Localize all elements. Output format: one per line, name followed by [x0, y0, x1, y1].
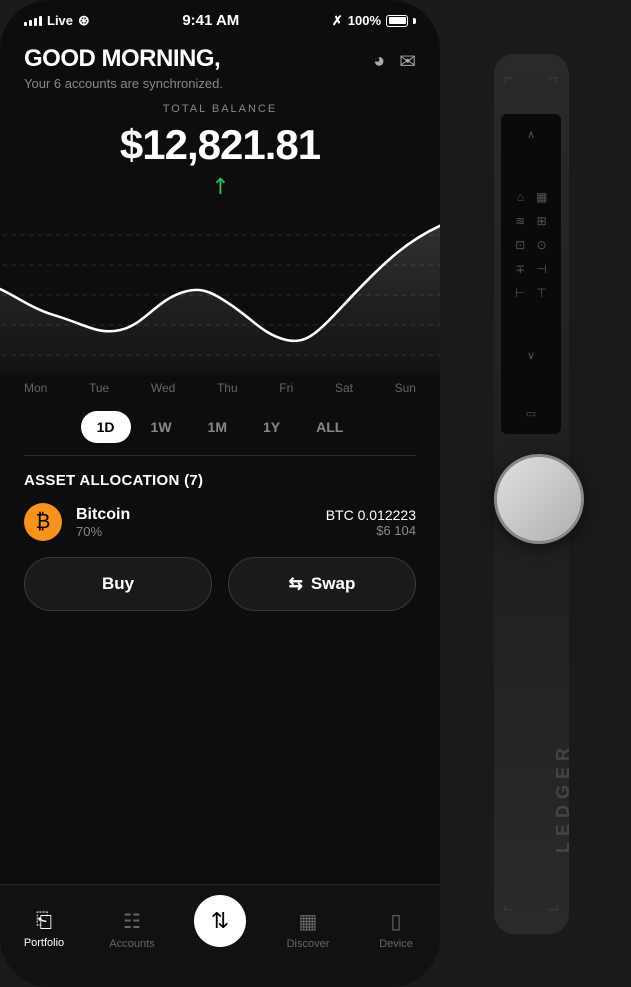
- greeting-block: GOOD MORNING, Your 6 accounts are synchr…: [24, 45, 223, 91]
- header-icons: ◕ ✉: [373, 49, 416, 74]
- action-buttons: Buy ⇆ Swap: [24, 557, 416, 611]
- device-up-arrow: ∧: [527, 128, 535, 141]
- period-1m[interactable]: 1M: [192, 411, 243, 443]
- nav-accounts-label: Accounts: [109, 938, 154, 950]
- asset-name: Bitcoin: [76, 506, 312, 524]
- device-icon: ▯: [390, 909, 401, 934]
- asset-crypto-amount: BTC 0.012223: [326, 507, 416, 523]
- wifi-icon: ⊛: [78, 12, 90, 29]
- greeting-title: GOOD MORNING,: [24, 45, 223, 73]
- balance-section: TOTAL BALANCE $12,821.81 ↗: [24, 103, 416, 199]
- balance-trend: ↗: [24, 173, 416, 199]
- period-1w[interactable]: 1W: [135, 411, 188, 443]
- time-display: 9:41 AM: [182, 12, 239, 29]
- asset-fiat-amount: $6 104: [326, 523, 416, 538]
- device-icon-4: ⊞: [536, 214, 547, 228]
- below-chart-content: Mon Tue Wed Thu Fri Sat Sun 1D 1W 1M 1Y …: [0, 375, 440, 611]
- device-icon-3: ≋: [515, 214, 526, 228]
- period-1y[interactable]: 1Y: [247, 411, 296, 443]
- phone-container: Live ⊛ 9:41 AM ✗ 100% GOOD MORNING, Your…: [0, 0, 440, 987]
- discover-icon: ▦: [299, 909, 318, 934]
- chart-svg: [0, 205, 440, 375]
- allocation-title: ASSET ALLOCATION (7): [24, 472, 416, 489]
- balance-amount: $12,821.81: [24, 121, 416, 169]
- time-axis: Mon Tue Wed Thu Fri Sat Sun: [24, 375, 416, 405]
- day-mon: Mon: [24, 381, 47, 395]
- device-icon-7: ∓: [515, 262, 526, 276]
- bracket-bl: ⌐: [504, 899, 515, 920]
- day-sun: Sun: [395, 381, 416, 395]
- accounts-icon: ☷: [123, 909, 141, 934]
- swap-label: Swap: [311, 574, 355, 594]
- bottom-navigation: ⎗ Portfolio ☷ Accounts ⇅ ▦ Discover ▯ De…: [0, 884, 440, 987]
- period-selector: 1D 1W 1M 1Y ALL: [24, 411, 416, 443]
- nav-center-item: ⇅: [176, 895, 264, 963]
- trend-up-arrow: ↗: [204, 170, 235, 201]
- device-icon-5: ⊡: [515, 238, 526, 252]
- device-icon-2: ▦: [536, 190, 547, 204]
- asset-bitcoin[interactable]: ₿ Bitcoin 70% BTC 0.012223 $6 104: [24, 503, 416, 541]
- device-icon-10: ⊤: [536, 286, 547, 300]
- day-tue: Tue: [89, 381, 109, 395]
- nav-accounts[interactable]: ☷ Accounts: [88, 909, 176, 950]
- signal-bars: [24, 16, 42, 26]
- portfolio-icon: ⎗: [36, 910, 52, 933]
- device-icon-grid: ⌂ ▦ ≋ ⊞ ⊡ ⊙ ∓ ⊣ ⊢ ⊤: [511, 186, 552, 304]
- device-body: ∧ ⌂ ▦ ≋ ⊞ ⊡ ⊙ ∓ ⊣ ⊢ ⊤ ∨ ▭ ⌐ ⌐ ⌐ ⌐ LEDGER: [494, 54, 569, 934]
- price-chart: [0, 205, 440, 375]
- period-all[interactable]: ALL: [300, 411, 359, 443]
- asset-amounts: BTC 0.012223 $6 104: [326, 507, 416, 538]
- device-icon-1: ⌂: [515, 190, 526, 204]
- bracket-tr: ⌐: [548, 68, 559, 89]
- carrier-label: Live: [47, 13, 73, 28]
- nav-discover[interactable]: ▦ Discover: [264, 909, 352, 950]
- nav-device[interactable]: ▯ Device: [352, 909, 440, 950]
- period-1d[interactable]: 1D: [81, 411, 131, 443]
- bracket-tl: ⌐: [504, 68, 515, 89]
- status-bar: Live ⊛ 9:41 AM ✗ 100%: [0, 0, 440, 35]
- nav-device-label: Device: [379, 938, 413, 950]
- bitcoin-icon: ₿: [24, 503, 62, 541]
- bell-icon[interactable]: ✉: [399, 49, 416, 74]
- buy-button[interactable]: Buy: [24, 557, 212, 611]
- ledger-hardware-device: ∧ ⌂ ▦ ≋ ⊞ ⊡ ⊙ ∓ ⊣ ⊢ ⊤ ∨ ▭ ⌐ ⌐ ⌐ ⌐ LEDGER: [441, 0, 621, 987]
- nav-portfolio[interactable]: ⎗ Portfolio: [0, 910, 88, 949]
- day-wed: Wed: [151, 381, 175, 395]
- bluetooth-icon: ✗: [332, 13, 343, 29]
- device-wheel-button[interactable]: [494, 454, 584, 544]
- device-down-arrow: ∨: [527, 349, 535, 362]
- battery-icon: [386, 15, 408, 27]
- device-icon-9: ⊢: [515, 286, 526, 300]
- device-icon-8: ⊣: [536, 262, 547, 276]
- swap-button[interactable]: ⇆ Swap: [228, 557, 416, 611]
- nav-portfolio-label: Portfolio: [24, 937, 64, 949]
- main-content: GOOD MORNING, Your 6 accounts are synchr…: [0, 35, 440, 199]
- asset-percentage: 70%: [76, 524, 312, 539]
- day-fri: Fri: [279, 381, 293, 395]
- header-section: GOOD MORNING, Your 6 accounts are synchr…: [24, 35, 416, 95]
- transfer-button[interactable]: ⇅: [194, 895, 246, 947]
- section-divider: [24, 455, 416, 456]
- status-left: Live ⊛: [24, 12, 90, 29]
- device-screen: ∧ ⌂ ▦ ≋ ⊞ ⊡ ⊙ ∓ ⊣ ⊢ ⊤ ∨ ▭: [501, 114, 561, 434]
- asset-info: Bitcoin 70%: [76, 506, 312, 539]
- day-sat: Sat: [335, 381, 353, 395]
- balance-label: TOTAL BALANCE: [24, 103, 416, 115]
- status-right: ✗ 100%: [332, 13, 416, 29]
- buy-label: Buy: [102, 574, 134, 594]
- bracket-br: ⌐: [548, 899, 559, 920]
- battery-percent: 100%: [348, 13, 381, 28]
- device-icon-6: ⊙: [536, 238, 547, 252]
- greeting-subtitle: Your 6 accounts are synchronized.: [24, 76, 223, 91]
- nav-discover-label: Discover: [287, 938, 330, 950]
- transfer-icon: ⇅: [211, 908, 229, 934]
- device-screen-icon-bottom: ▭: [526, 407, 536, 420]
- ledger-brand-text: LEDGER: [553, 742, 574, 853]
- day-thu: Thu: [217, 381, 238, 395]
- chart-pie-icon[interactable]: ◕: [373, 50, 385, 73]
- swap-icon: ⇆: [289, 574, 303, 594]
- battery-tip: [413, 18, 416, 24]
